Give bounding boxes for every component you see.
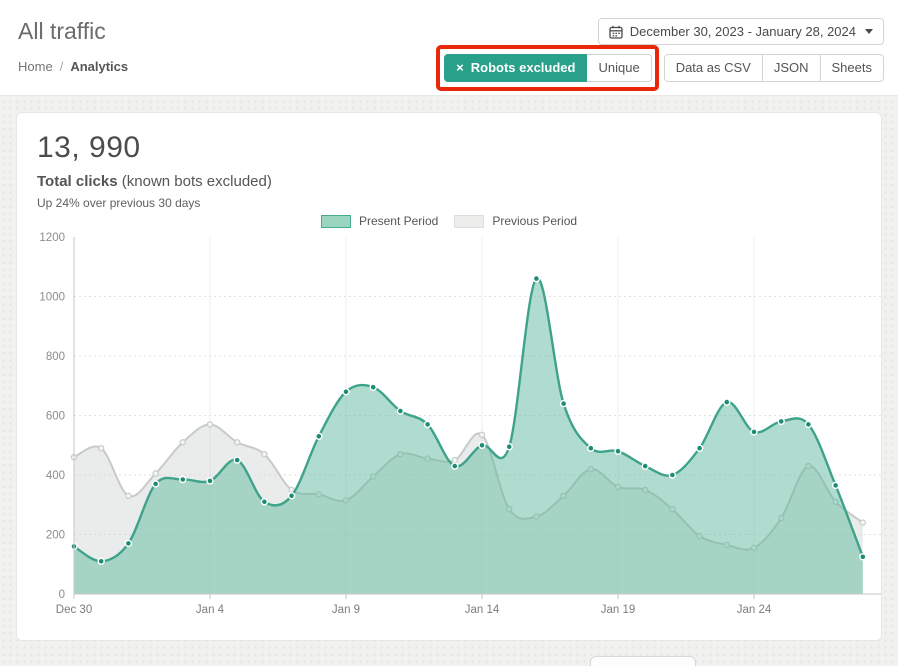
legend-item-present: Present Period xyxy=(321,214,438,228)
chevron-down-icon xyxy=(865,29,873,34)
metric-label: Total clicks xyxy=(37,173,118,190)
x-axis-labels: Dec 30 Jan 4 Jan 9 Jan 14 Jan 19 Jan 24 xyxy=(56,604,772,616)
svg-text:Dec 30: Dec 30 xyxy=(56,604,92,616)
calendar-icon xyxy=(609,25,623,39)
json-export-button[interactable]: JSON xyxy=(762,54,821,82)
svg-text:1000: 1000 xyxy=(39,292,65,304)
breadcrumb-home-link[interactable]: Home xyxy=(18,59,53,74)
robots-excluded-filter-button[interactable]: × Robots excluded xyxy=(444,54,587,82)
traffic-card: 13, 990 Total clicks (known bots exclude… xyxy=(16,112,882,641)
total-clicks-value: 13, 990 xyxy=(37,131,141,165)
data-as-csv-button[interactable]: Data as CSV xyxy=(664,54,763,82)
svg-text:600: 600 xyxy=(46,411,65,423)
toolbar-row: × Robots excluded Unique Data as CSV JSO… xyxy=(444,54,884,82)
legend-previous-label: Previous Period xyxy=(492,214,577,228)
metric-line: Total clicks (known bots excluded) xyxy=(37,173,272,190)
svg-text:400: 400 xyxy=(46,470,65,482)
svg-text:Jan 24: Jan 24 xyxy=(737,604,772,616)
svg-text:Jan 4: Jan 4 xyxy=(196,604,225,616)
partial-bottom-button[interactable] xyxy=(590,656,696,666)
date-range-label: December 30, 2023 - January 28, 2024 xyxy=(630,24,856,39)
svg-text:Jan 19: Jan 19 xyxy=(601,604,636,616)
page-title: All traffic xyxy=(18,18,106,45)
y-axis-labels: 0 200 400 600 800 1000 1200 xyxy=(39,232,65,601)
chart-legend: Present Period Previous Period xyxy=(17,214,881,228)
chart-area: 020040060080010001200Dec 30Jan 4Jan 9Jan… xyxy=(74,237,881,594)
traffic-chart[interactable]: 020040060080010001200Dec 30Jan 4Jan 9Jan… xyxy=(74,237,881,594)
svg-text:0: 0 xyxy=(59,589,65,601)
svg-text:Jan 9: Jan 9 xyxy=(332,604,360,616)
previous-period-swatch-icon xyxy=(454,215,484,228)
present-period-swatch-icon xyxy=(321,215,351,228)
filter-button-group: × Robots excluded Unique xyxy=(444,54,652,82)
legend-present-label: Present Period xyxy=(359,214,438,228)
breadcrumb: Home / Analytics xyxy=(18,59,128,74)
legend-item-previous: Previous Period xyxy=(454,214,577,228)
breadcrumb-separator: / xyxy=(60,59,64,74)
breadcrumb-current: Analytics xyxy=(70,59,128,74)
svg-text:200: 200 xyxy=(46,530,65,542)
svg-text:800: 800 xyxy=(46,351,65,363)
sheets-export-button[interactable]: Sheets xyxy=(820,54,884,82)
robots-excluded-label: Robots excluded xyxy=(471,60,576,76)
svg-text:Jan 14: Jan 14 xyxy=(465,604,500,616)
close-icon[interactable]: × xyxy=(456,60,464,76)
comparison-note: Up 24% over previous 30 days xyxy=(37,196,200,210)
metric-note: (known bots excluded) xyxy=(122,173,272,190)
page-header: All traffic Home / Analytics December 30, … xyxy=(0,0,898,96)
export-button-group: Data as CSV JSON Sheets xyxy=(664,54,884,82)
svg-text:1200: 1200 xyxy=(39,232,65,244)
unique-filter-button[interactable]: Unique xyxy=(587,54,651,82)
date-range-button[interactable]: December 30, 2023 - January 28, 2024 xyxy=(598,18,884,45)
